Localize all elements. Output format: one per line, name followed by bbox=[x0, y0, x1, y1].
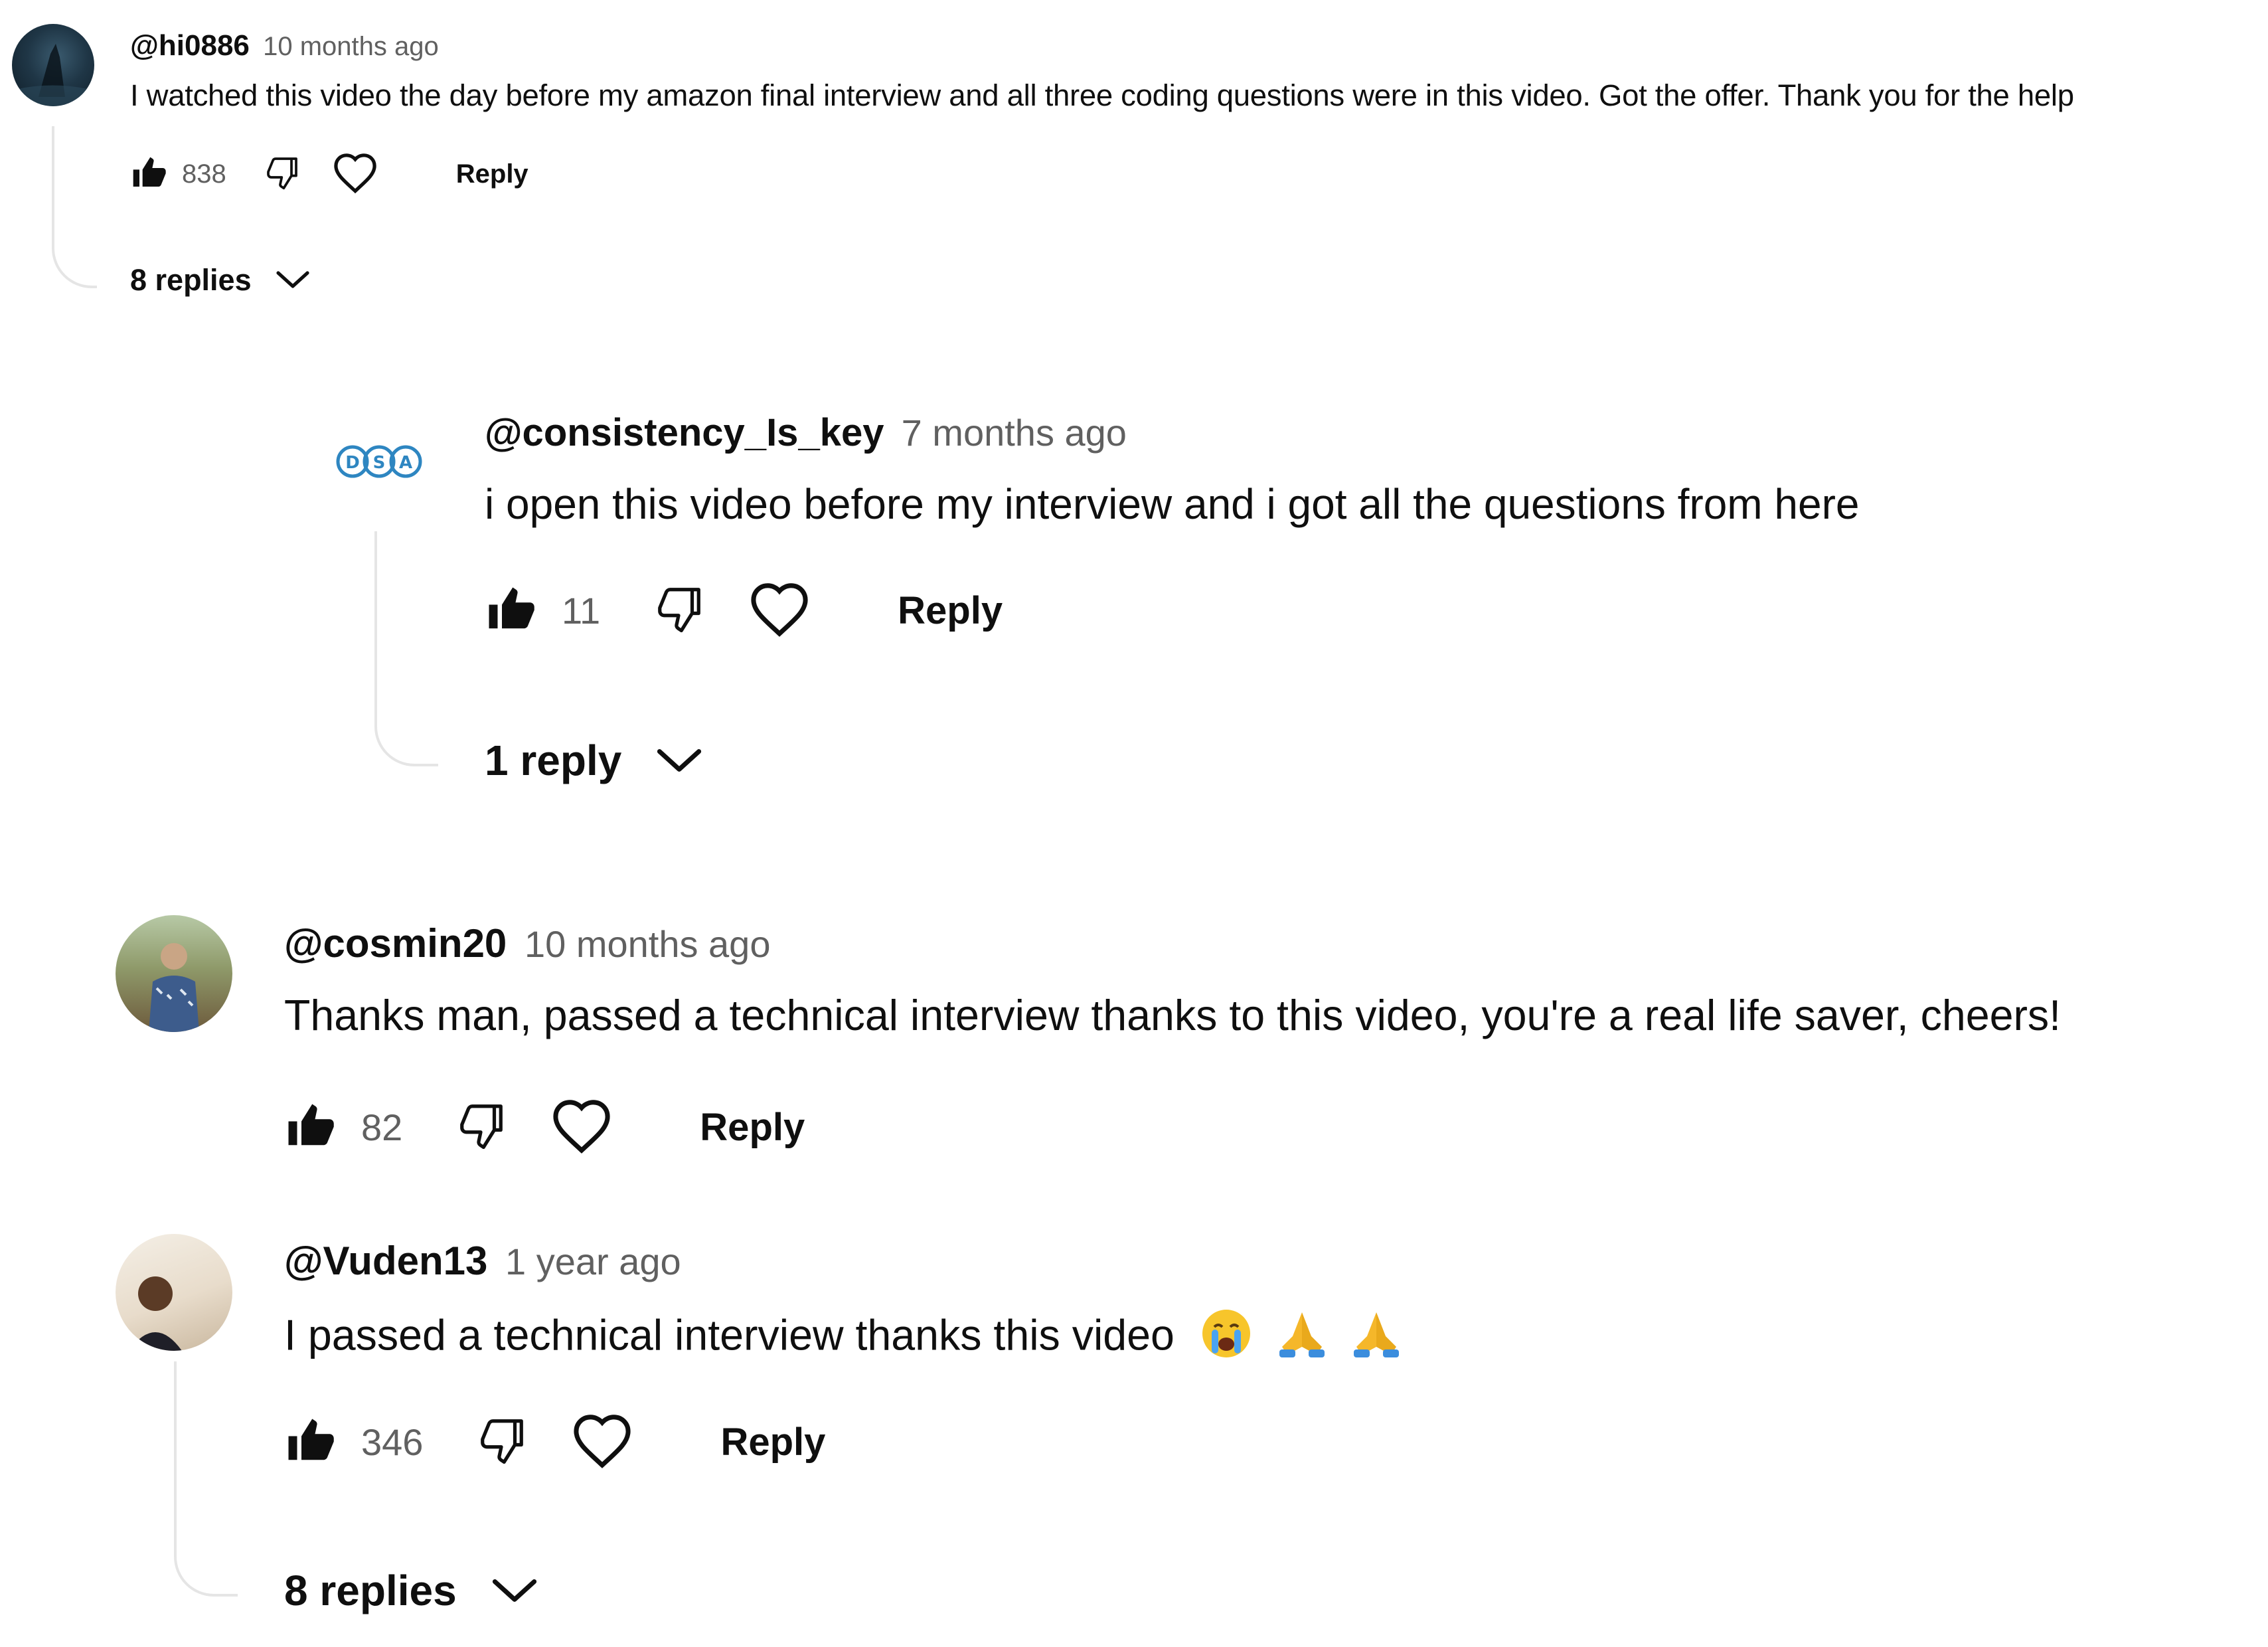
reply-button[interactable]: Reply bbox=[898, 588, 1003, 633]
reply-button[interactable]: Reply bbox=[700, 1105, 805, 1150]
comment-actions: 11 Reply bbox=[485, 580, 1003, 640]
avatar[interactable] bbox=[116, 1234, 232, 1351]
avatar-image bbox=[12, 44, 94, 106]
thread-line bbox=[52, 126, 97, 288]
svg-text:A: A bbox=[399, 453, 412, 473]
dsa-logo: D S A bbox=[336, 445, 422, 478]
folded-hands-emoji bbox=[1274, 1307, 1330, 1370]
comment-actions: 82 Reply bbox=[284, 1097, 805, 1157]
comment-header: @consistency_Is_key 7 months ago bbox=[485, 410, 1127, 455]
comment-header: @cosmin20 10 months ago bbox=[284, 920, 770, 966]
comment-header: @hi0886 10 months ago bbox=[130, 29, 439, 62]
avatar[interactable]: D S A bbox=[323, 418, 436, 531]
comment-header: @Vuden13 1 year ago bbox=[284, 1238, 681, 1284]
thumb-up-icon[interactable] bbox=[485, 583, 536, 638]
heart-icon[interactable] bbox=[550, 1097, 613, 1158]
replies-count-label: 1 reply bbox=[485, 737, 622, 784]
avatar[interactable] bbox=[116, 915, 232, 1032]
timestamp[interactable]: 10 months ago bbox=[525, 923, 770, 965]
replies-count-label: 8 replies bbox=[130, 263, 252, 297]
heart-icon[interactable] bbox=[570, 1412, 634, 1472]
crying-face-emoji bbox=[1200, 1307, 1253, 1370]
like-count: 11 bbox=[562, 589, 601, 632]
like-count: 838 bbox=[182, 159, 226, 189]
folded-hands-emoji bbox=[1348, 1307, 1404, 1370]
thumb-up-icon[interactable] bbox=[130, 154, 167, 195]
reply-button[interactable]: Reply bbox=[720, 1420, 825, 1464]
view-replies-button[interactable]: 8 replies bbox=[284, 1566, 538, 1615]
thumb-down-icon[interactable] bbox=[264, 154, 301, 195]
heart-icon[interactable] bbox=[748, 580, 811, 641]
like-count: 82 bbox=[361, 1106, 403, 1148]
timestamp[interactable]: 7 months ago bbox=[902, 412, 1127, 454]
svg-text:S: S bbox=[373, 453, 386, 473]
thumb-down-icon[interactable] bbox=[653, 583, 705, 638]
comment-actions: 838 Reply bbox=[130, 153, 528, 195]
chevron-down-icon bbox=[491, 1566, 538, 1615]
thread-line bbox=[174, 1361, 238, 1597]
chevron-down-icon bbox=[276, 263, 310, 298]
author-handle[interactable]: @consistency_Is_key bbox=[485, 411, 884, 454]
avatar-image bbox=[129, 1276, 182, 1351]
thumb-up-icon[interactable] bbox=[284, 1100, 336, 1155]
author-handle[interactable]: @hi0886 bbox=[130, 29, 250, 62]
comment-text-body: I passed a technical interview thanks th… bbox=[284, 1311, 1174, 1359]
svg-text:D: D bbox=[345, 453, 360, 473]
author-handle[interactable]: @cosmin20 bbox=[284, 921, 507, 966]
comment-actions: 346 Reply bbox=[284, 1412, 825, 1472]
timestamp[interactable]: 1 year ago bbox=[505, 1241, 681, 1282]
thumb-up-icon[interactable] bbox=[284, 1415, 336, 1470]
chevron-down-icon bbox=[656, 736, 702, 785]
like-count: 346 bbox=[361, 1421, 424, 1463]
comment-text: i open this video before my interview an… bbox=[485, 480, 1860, 528]
thumb-down-icon[interactable] bbox=[476, 1415, 528, 1470]
timestamp[interactable]: 10 months ago bbox=[263, 32, 439, 61]
thread-line bbox=[374, 531, 438, 766]
reply-button[interactable]: Reply bbox=[456, 159, 528, 189]
author-handle[interactable]: @Vuden13 bbox=[284, 1239, 487, 1283]
thumb-down-icon[interactable] bbox=[455, 1100, 507, 1155]
comment-text: Thanks man, passed a technical interview… bbox=[284, 992, 2062, 1039]
comment-text: I passed a technical interview thanks th… bbox=[284, 1307, 1404, 1370]
view-replies-button[interactable]: 1 reply bbox=[485, 736, 702, 785]
comment-text: I watched this video the day before my a… bbox=[130, 78, 2074, 112]
avatar-image bbox=[149, 943, 199, 1032]
replies-count-label: 8 replies bbox=[284, 1567, 457, 1614]
heart-icon[interactable] bbox=[331, 151, 379, 197]
avatar[interactable] bbox=[12, 24, 94, 106]
view-replies-button[interactable]: 8 replies bbox=[130, 263, 310, 298]
